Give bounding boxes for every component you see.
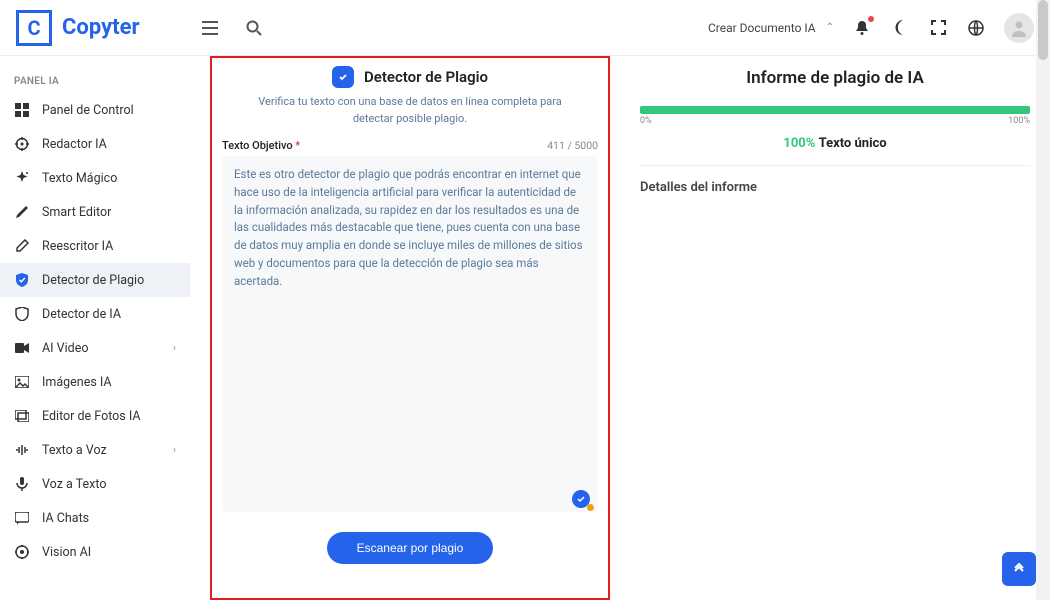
dashboard-icon (14, 102, 30, 118)
photo-edit-icon (14, 408, 30, 424)
image-icon (14, 374, 30, 390)
chevron-right-icon: › (173, 445, 176, 456)
logo-text: Copyter (62, 15, 140, 40)
progress-bar: 0% 100% (640, 106, 1030, 126)
create-document-button[interactable]: Crear Documento IA ⌃ (708, 21, 834, 35)
mic-icon (14, 476, 30, 492)
chevron-right-icon: › (173, 343, 176, 354)
target-text-input[interactable] (222, 156, 598, 512)
report-panel: Informe de plagio de IA 0% 100% 100% Tex… (640, 56, 1030, 600)
chevron-up-icon: ⌃ (826, 22, 834, 33)
sidebar-heading: PANEL IA (0, 66, 190, 93)
card-subtitle: Verifica tu texto con una base de datos … (246, 94, 574, 127)
progress-fill (640, 106, 1030, 114)
shield-icon (14, 272, 30, 288)
sidebar-item-voz-a-texto[interactable]: Voz a Texto (0, 467, 190, 501)
report-title: Informe de plagio de IA (640, 68, 1030, 88)
scan-button[interactable]: Escanear por plagio (327, 532, 494, 564)
user-avatar[interactable] (1004, 13, 1034, 43)
video-icon (14, 340, 30, 356)
sidebar-item-label: Detector de IA (42, 307, 121, 322)
page-scrollbar[interactable] (1036, 0, 1050, 600)
sidebar-item-vision-ai[interactable]: Vision AI (0, 535, 190, 569)
sidebar-item-panel-de-control[interactable]: Panel de Control (0, 93, 190, 127)
result-label: Texto único (819, 136, 887, 151)
edit-icon (14, 238, 30, 254)
sidebar-item-detector-de-ia[interactable]: Detector de IA (0, 297, 190, 331)
main-content: Detector de Plagio Verifica tu texto con… (190, 56, 1050, 600)
char-counter: 411 / 5000 (547, 139, 598, 152)
sidebar-item-label: Redactor IA (42, 137, 107, 152)
language-icon[interactable] (966, 18, 986, 38)
dark-mode-icon[interactable] (890, 18, 910, 38)
notification-dot-icon (868, 16, 874, 22)
sidebar-item-label: Imágenes IA (42, 375, 112, 390)
vision-icon (14, 544, 30, 560)
shield-outline-icon (14, 306, 30, 322)
plagiarism-detector-card: Detector de Plagio Verifica tu texto con… (210, 56, 610, 600)
sidebar-item-label: Editor de Fotos IA (42, 409, 141, 424)
ai-icon (14, 136, 30, 152)
sidebar-item-label: Vision AI (42, 545, 91, 560)
search-icon[interactable] (244, 18, 264, 38)
pen-icon (14, 204, 30, 220)
sparkle-icon (14, 170, 30, 186)
sidebar-item-smart-editor[interactable]: Smart Editor (0, 195, 190, 229)
result-summary: 100% Texto único (640, 136, 1030, 166)
sidebar: PANEL IA Panel de Control Redactor IA Te… (0, 56, 190, 600)
sidebar-item-label: IA Chats (42, 511, 89, 526)
sidebar-item-label: Texto Mágico (42, 171, 117, 186)
create-document-label: Crear Documento IA (708, 21, 816, 35)
sidebar-item-reescritor-ia[interactable]: Reescritor IA (0, 229, 190, 263)
menu-toggle-icon[interactable] (200, 18, 220, 38)
sidebar-item-label: Smart Editor (42, 205, 111, 220)
app-header: C Copyter Crear Documento IA ⌃ (0, 0, 1050, 56)
sidebar-item-label: Texto a Voz (42, 443, 107, 458)
brand-logo[interactable]: C Copyter (16, 10, 140, 46)
progress-max: 100% (1008, 116, 1030, 126)
sidebar-item-editor-de-fotos-ia[interactable]: Editor de Fotos IA (0, 399, 190, 433)
scroll-to-top-button[interactable] (1002, 552, 1036, 586)
sidebar-item-ai-video[interactable]: AI Video › (0, 331, 190, 365)
sidebar-item-label: Reescritor IA (42, 239, 113, 254)
sidebar-item-label: AI Video (42, 341, 88, 356)
report-details-heading: Detalles del informe (640, 180, 1030, 195)
chat-icon (14, 510, 30, 526)
sidebar-item-label: Detector de Plagio (42, 273, 144, 288)
sidebar-item-redactor-ia[interactable]: Redactor IA (0, 127, 190, 161)
sidebar-item-imagenes-ia[interactable]: Imágenes IA (0, 365, 190, 399)
ai-assist-icon[interactable] (572, 490, 590, 508)
sidebar-item-texto-magico[interactable]: Texto Mágico (0, 161, 190, 195)
scrollbar-thumb[interactable] (1038, 0, 1048, 60)
required-asterisk: * (295, 139, 300, 152)
sidebar-item-ia-chats[interactable]: IA Chats (0, 501, 190, 535)
progress-min: 0% (640, 116, 652, 126)
shield-badge-icon (332, 66, 354, 88)
sidebar-item-label: Panel de Control (42, 103, 134, 118)
result-percentage: 100% (783, 136, 815, 151)
sidebar-item-detector-de-plagio[interactable]: Detector de Plagio (0, 263, 190, 297)
sidebar-item-texto-a-voz[interactable]: Texto a Voz › (0, 433, 190, 467)
card-title: Detector de Plagio (364, 68, 488, 86)
logo-mark: C (16, 10, 52, 46)
sidebar-item-label: Voz a Texto (42, 477, 106, 492)
notifications-icon[interactable] (852, 18, 872, 38)
fullscreen-icon[interactable] (928, 18, 948, 38)
field-label: Texto Objetivo (222, 139, 293, 152)
sound-icon (14, 442, 30, 458)
